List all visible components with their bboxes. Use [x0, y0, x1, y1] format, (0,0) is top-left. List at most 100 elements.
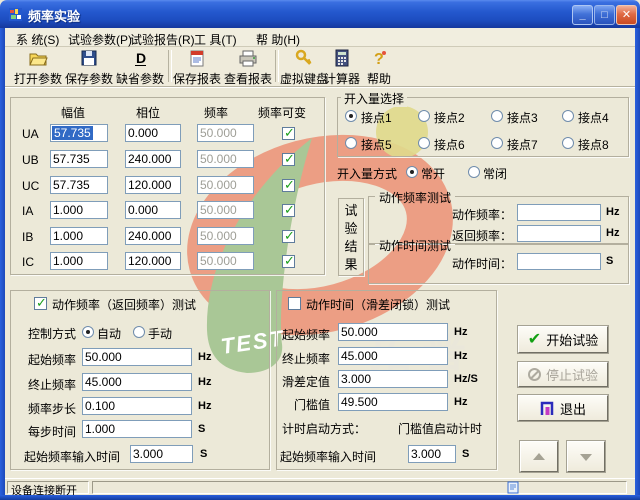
contact3-radio[interactable] [491, 110, 503, 122]
save-icon [64, 49, 114, 69]
end-frequency-unit: Hz [198, 376, 212, 388]
contact8-label[interactable]: 接点8 [578, 136, 609, 153]
manual-label[interactable]: 手动 [148, 325, 172, 342]
status-doc-icon [507, 481, 519, 494]
exit-button[interactable]: 退出 [518, 395, 608, 421]
tt-start-freq-input-time-label: 起始频率输入时间 [280, 450, 377, 464]
tt-start-freq-input-time-unit: S [462, 448, 470, 460]
ib-freq-variable-checkbox[interactable] [282, 228, 295, 244]
check-icon: ✔ [527, 330, 542, 348]
normally-closed-radio[interactable] [468, 166, 480, 178]
toolbar-view-report-button[interactable]: 查看报表 [223, 48, 273, 86]
tt-start-frequency-label: 起始频率 [282, 328, 331, 342]
tt-end-frequency-label: 终止频率 [282, 352, 331, 366]
ic-freq-variable-checkbox[interactable] [282, 253, 295, 269]
action-frequency-result-input [517, 204, 601, 221]
ub-phase-input[interactable] [125, 150, 181, 168]
time-test-checkbox[interactable] [288, 297, 301, 310]
time-test-title[interactable]: 动作时间（滑差闭锁）测试 [306, 296, 450, 313]
toolbar-default-params-button[interactable]: D 缺省参数 [115, 48, 165, 86]
toolbar-button-label: 帮助 [366, 72, 391, 86]
column-header-phase: 相位 [136, 106, 161, 120]
ic-phase-input[interactable] [125, 252, 181, 270]
contact7-radio[interactable] [491, 137, 503, 149]
ia-phase-input[interactable] [125, 201, 181, 219]
ua-frequency-input [197, 124, 254, 142]
tt-start-frequency-input[interactable] [338, 323, 448, 341]
uc-amplitude-input[interactable] [50, 176, 108, 194]
contact4-label[interactable]: 接点4 [578, 109, 609, 126]
ia-amplitude-input[interactable] [50, 201, 108, 219]
contact1-radio[interactable] [345, 110, 357, 122]
uc-frequency-input [197, 176, 254, 194]
uc-phase-input[interactable] [125, 176, 181, 194]
normally-closed-label[interactable]: 常闭 [483, 165, 507, 182]
contact7-label[interactable]: 接点7 [507, 136, 538, 153]
contact5-radio[interactable] [345, 137, 357, 149]
up-arrow-icon [533, 453, 545, 460]
ua-freq-variable-checkbox[interactable] [282, 125, 295, 141]
normally-open-label[interactable]: 常开 [421, 165, 445, 182]
titlebar[interactable]: 频率实验 _ □ ✕ [0, 0, 640, 28]
row-label-ib: IB [22, 230, 34, 244]
start-test-button[interactable]: ✔ 开始试验 [518, 326, 608, 353]
contact4-radio[interactable] [562, 110, 574, 122]
toolbar-save-params-button[interactable]: 保存参数 [64, 48, 114, 86]
normally-open-radio[interactable] [406, 166, 418, 178]
ib-frequency-input [197, 227, 254, 245]
app-window: TEST 拓普 频率实验 _ □ ✕ 系 统(S) 试验参数(P) 试验报告(R… [0, 0, 640, 500]
ub-freq-variable-checkbox[interactable] [282, 151, 295, 167]
start-freq-input-time-unit: S [200, 448, 208, 460]
scroll-down-button[interactable] [567, 441, 605, 472]
maximize-button[interactable]: □ [594, 5, 615, 25]
contact6-radio[interactable] [418, 137, 430, 149]
frequency-step-input[interactable] [82, 397, 192, 415]
ua-phase-input[interactable] [125, 124, 181, 142]
start-frequency-unit: Hz [198, 351, 212, 363]
contact6-label[interactable]: 接点6 [434, 136, 465, 153]
manual-radio[interactable] [133, 326, 145, 338]
start-freq-input-time-input[interactable] [130, 445, 193, 463]
end-frequency-input[interactable] [82, 373, 192, 391]
ia-freq-variable-checkbox[interactable] [282, 202, 295, 218]
threshold-input[interactable] [338, 393, 448, 411]
ib-phase-input[interactable] [125, 227, 181, 245]
auto-radio[interactable] [82, 326, 94, 338]
help-icon: ? [361, 49, 397, 69]
scroll-up-button[interactable] [520, 441, 558, 472]
frequency-test-checkbox[interactable] [34, 295, 47, 311]
uc-freq-variable-checkbox[interactable] [282, 177, 295, 193]
row-label-ub: UB [22, 153, 39, 167]
toolbar-help-button[interactable]: ? 帮助 [361, 48, 397, 86]
toolbar-button-label: 保存报表 [172, 72, 221, 86]
contact2-radio[interactable] [418, 110, 430, 122]
toolbar-calculator-button[interactable]: 计算器 [320, 48, 364, 86]
contact2-label[interactable]: 接点2 [434, 109, 465, 126]
ua-amplitude-input[interactable]: 57.735 [50, 124, 108, 142]
start-frequency-input[interactable] [82, 348, 192, 366]
threshold-unit: Hz [454, 396, 468, 408]
toolbar-divider [5, 86, 635, 88]
ub-amplitude-input[interactable] [50, 150, 108, 168]
contact3-label[interactable]: 接点3 [507, 109, 538, 126]
tt-start-freq-input-time-input[interactable] [408, 445, 456, 463]
ib-amplitude-input[interactable] [50, 227, 108, 245]
test-result-label: 试验结果 [344, 203, 358, 272]
toolbar-save-report-button[interactable]: 保存报表 [172, 48, 222, 86]
tt-end-frequency-input[interactable] [338, 347, 448, 365]
contact1-label[interactable]: 接点1 [361, 109, 392, 126]
step-time-input[interactable] [82, 420, 192, 438]
auto-label[interactable]: 自动 [97, 325, 121, 342]
return-frequency-result-input [517, 225, 601, 242]
contact8-radio[interactable] [562, 137, 574, 149]
toolbar-open-params-button[interactable]: 打开参数 [13, 48, 63, 86]
test-result-label-box: 试验结果 [338, 198, 364, 276]
slip-setting-input[interactable] [338, 370, 448, 388]
frequency-test-title[interactable]: 动作频率（返回频率）测试 [52, 296, 196, 313]
close-button[interactable]: ✕ [616, 5, 637, 25]
minimize-button[interactable]: _ [572, 5, 593, 25]
start-freq-input-time-label: 起始频率输入时间 [24, 450, 121, 464]
column-header-freq-variable: 频率可变 [258, 106, 307, 120]
ic-amplitude-input[interactable] [50, 252, 108, 270]
contact5-label[interactable]: 接点5 [361, 136, 392, 153]
